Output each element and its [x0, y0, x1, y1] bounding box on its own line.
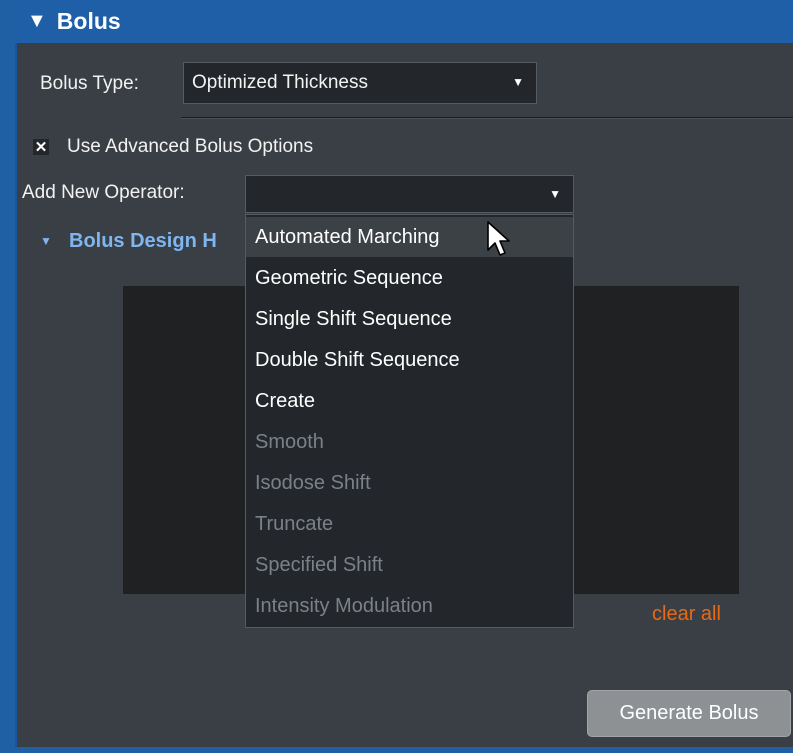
- dropdown-item[interactable]: Automated Marching: [246, 217, 573, 257]
- dropdown-item-label: Isodose Shift: [255, 472, 371, 494]
- add-operator-select[interactable]: ▼: [245, 175, 574, 213]
- generate-bolus-label: Generate Bolus: [619, 702, 759, 724]
- dropdown-item[interactable]: Geometric Sequence: [246, 258, 573, 298]
- add-operator-label: Add New Operator:: [22, 182, 185, 203]
- panel-title: Bolus: [56, 8, 121, 34]
- section-collapse-icon[interactable]: ▼: [40, 234, 52, 248]
- generate-bolus-button[interactable]: Generate Bolus: [587, 690, 791, 737]
- dropdown-item[interactable]: Double Shift Sequence: [246, 340, 573, 380]
- dropdown-item: Isodose Shift: [246, 463, 573, 503]
- dropdown-item: Specified Shift: [246, 545, 573, 585]
- dropdown-item-label: Automated Marching: [255, 226, 440, 248]
- operator-dropdown-menu: Automated Marching Geometric Sequence Si…: [245, 214, 574, 628]
- bolus-type-select[interactable]: Optimized Thickness ▼: [183, 62, 537, 104]
- advanced-options-label[interactable]: Use Advanced Bolus Options: [67, 136, 313, 158]
- dropdown-item: Smooth: [246, 422, 573, 462]
- dropdown-item-label: Specified Shift: [255, 554, 383, 576]
- chevron-down-icon: ▼: [549, 187, 561, 201]
- collapse-triangle-icon[interactable]: ▼: [27, 10, 47, 33]
- clear-all-link[interactable]: clear all: [652, 603, 721, 626]
- dropdown-item-label: Create: [255, 390, 316, 412]
- dropdown-item[interactable]: Create: [246, 381, 573, 421]
- checkmark-icon: ✕: [34, 139, 48, 156]
- bolus-type-value: Optimized Thickness: [192, 72, 368, 93]
- dropdown-item-label: Double Shift Sequence: [255, 349, 460, 371]
- dropdown-item[interactable]: Single Shift Sequence: [246, 299, 573, 339]
- dropdown-item: Intensity Modulation: [246, 586, 573, 626]
- dropdown-item: Truncate: [246, 504, 573, 544]
- section-title[interactable]: Bolus Design H: [69, 230, 217, 253]
- bolus-type-label: Bolus Type:: [40, 73, 139, 94]
- dropdown-item-label: Single Shift Sequence: [255, 308, 452, 330]
- divider-highlight: [181, 118, 793, 119]
- dropdown-item-label: Smooth: [255, 431, 324, 453]
- panel-header[interactable]: ▼ Bolus: [15, 0, 793, 43]
- advanced-options-checkbox[interactable]: ✕: [33, 139, 49, 156]
- dropdown-item-label: Geometric Sequence: [255, 267, 443, 289]
- mouse-pointer-icon: [487, 221, 510, 256]
- chevron-down-icon: ▼: [512, 75, 524, 89]
- dropdown-item-label: Intensity Modulation: [255, 595, 433, 617]
- dropdown-item-label: Truncate: [255, 513, 334, 535]
